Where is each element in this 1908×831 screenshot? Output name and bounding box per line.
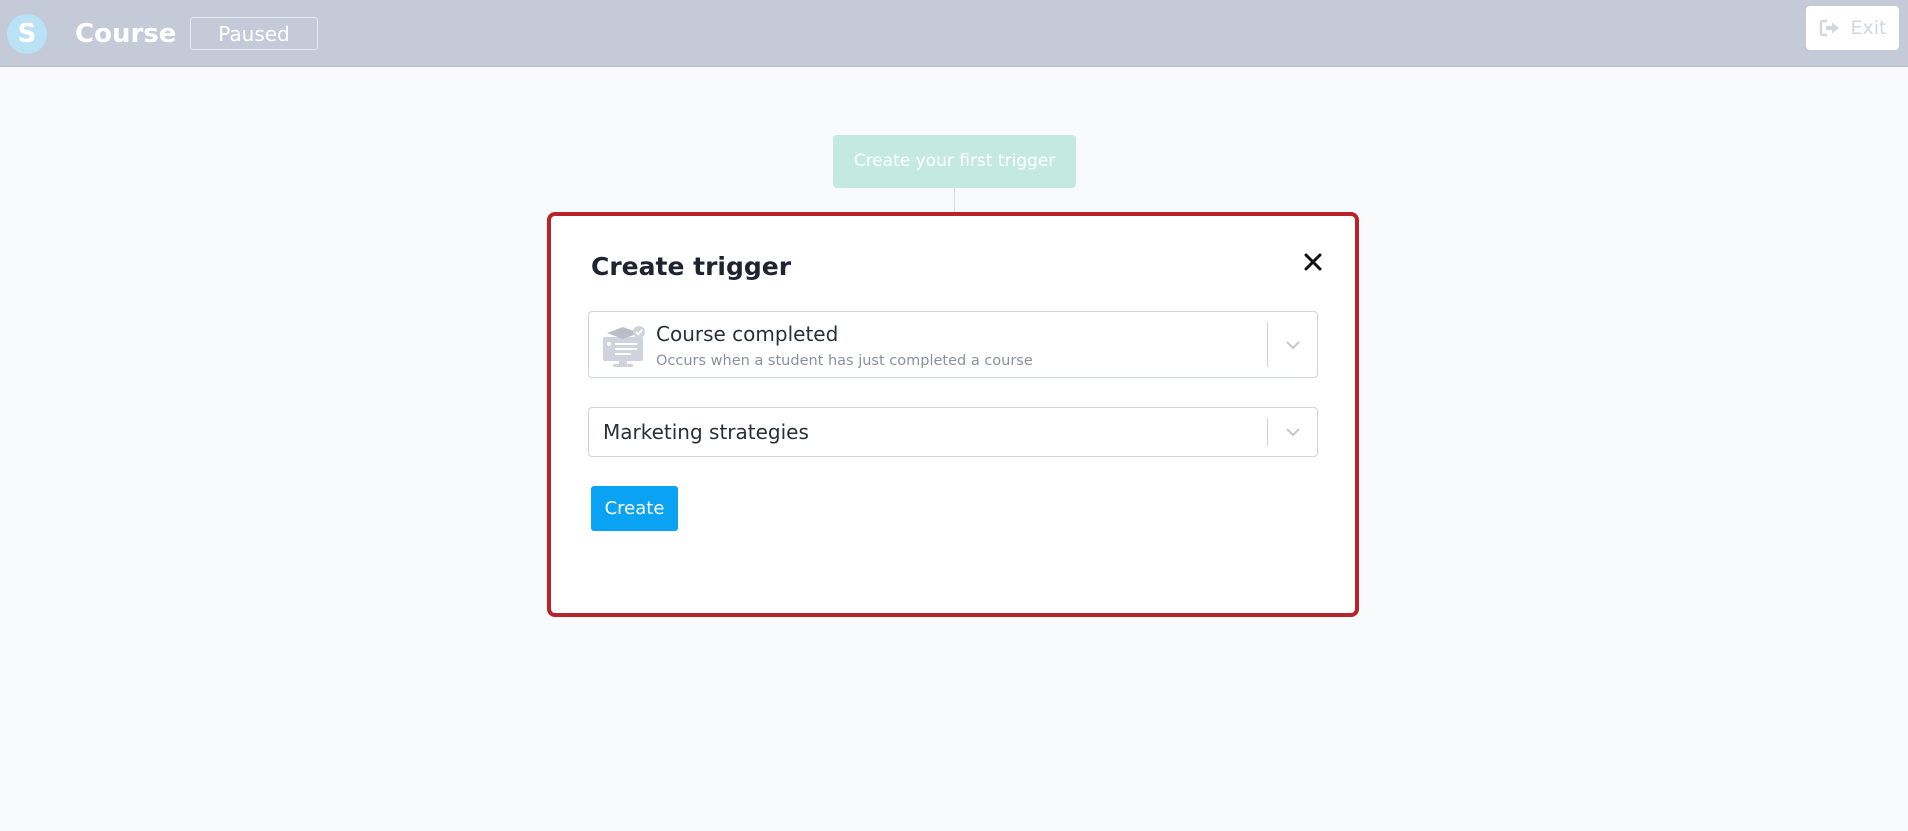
sign-out-icon	[1819, 19, 1841, 37]
course-select[interactable]: Marketing strategies	[588, 407, 1318, 457]
close-icon	[1301, 253, 1325, 278]
modal-title: Create trigger	[591, 252, 792, 281]
exit-label: Exit	[1850, 17, 1887, 39]
flow-connector	[954, 188, 955, 214]
close-button[interactable]	[1301, 250, 1325, 274]
chevron-down-icon[interactable]	[1283, 335, 1303, 355]
status-badge[interactable]: Paused	[190, 17, 318, 50]
select-divider	[1267, 418, 1268, 446]
create-first-trigger-button[interactable]: Create your first trigger	[833, 135, 1076, 188]
chevron-down-icon[interactable]	[1283, 422, 1303, 442]
select-divider	[1267, 322, 1268, 367]
create-button[interactable]: Create	[591, 486, 678, 531]
trigger-description: Occurs when a student has just completed…	[656, 353, 1033, 369]
exit-button[interactable]: Exit	[1806, 6, 1899, 50]
create-trigger-modal: Create trigger Course completed Occurs w…	[547, 212, 1359, 617]
page-title: Course	[75, 19, 177, 49]
course-select-value: Marketing strategies	[603, 420, 809, 444]
course-certificate-icon	[601, 324, 647, 368]
app-logo[interactable]: S	[7, 14, 47, 54]
top-bar: S Course Paused Exit	[0, 0, 1908, 67]
trigger-type-select[interactable]: Course completed Occurs when a student h…	[588, 311, 1318, 378]
trigger-label: Course completed	[656, 322, 839, 346]
